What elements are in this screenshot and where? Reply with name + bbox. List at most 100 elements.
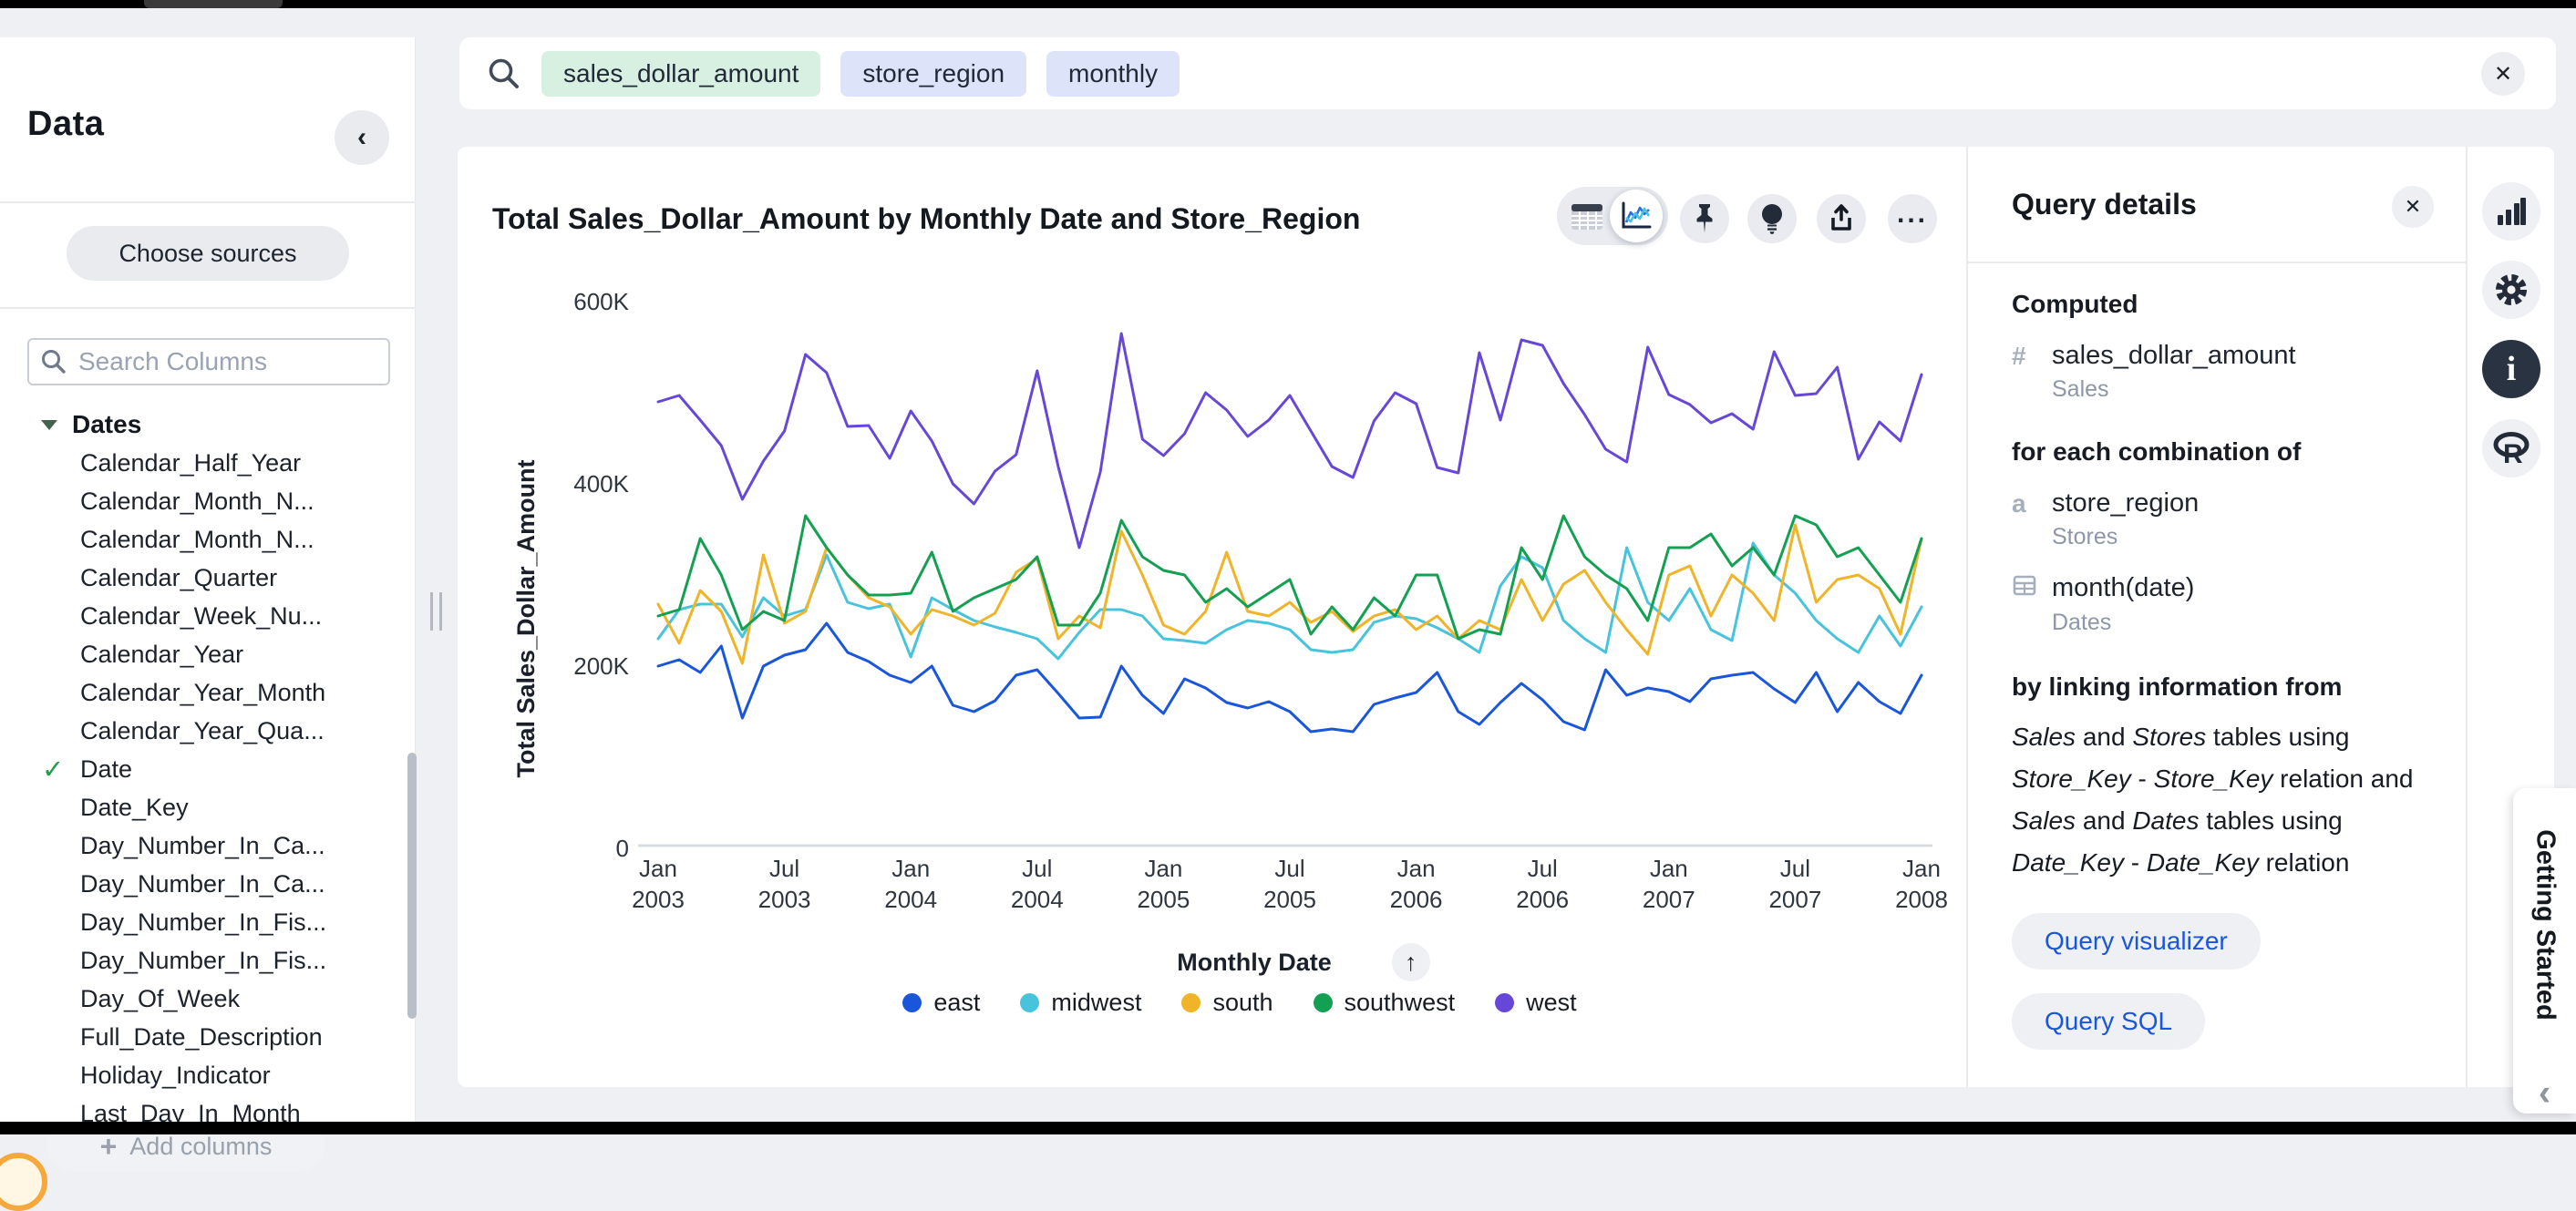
chevron-left-icon[interactable]: ‹ <box>2539 1073 2550 1114</box>
sidebar-item-calendar-quarter[interactable]: Calendar_Quarter <box>0 559 406 597</box>
info-rail-button-active[interactable]: i <box>2482 340 2540 398</box>
grouping-field[interactable]: a store_region <box>2012 488 2445 518</box>
check-icon: ✓ <box>42 754 64 785</box>
series-line-south[interactable] <box>658 525 1922 663</box>
collapse-panel-button[interactable]: ‹ <box>335 110 389 165</box>
legend-item-west[interactable]: west <box>1495 989 1577 1017</box>
sidebar-item-holiday-indicator[interactable]: Holiday_Indicator <box>0 1056 406 1094</box>
global-search-bar[interactable]: sales_dollar_amount store_region monthly ✕ <box>459 37 2556 109</box>
sidebar-item-day-number-in-fis-[interactable]: Day_Number_In_Fis... <box>0 903 406 941</box>
sidebar-item-calendar-year[interactable]: Calendar_Year <box>0 635 406 673</box>
sidebar-item-day-number-in-ca-[interactable]: Day_Number_In_Ca... <box>0 826 406 865</box>
close-icon: ✕ <box>2494 61 2512 87</box>
sidebar-item-day-of-week[interactable]: Day_Of_Week <box>0 980 406 1018</box>
chart-legend: east midwest south southwest west <box>510 989 1969 1017</box>
x-axis-field-row: Monthly Date ↑ <box>574 943 2033 981</box>
line-chart: 600K 400K 200K 0 Total Sales_Dollar_Amount Ja… <box>510 273 1969 922</box>
series-line-midwest[interactable] <box>658 543 1922 659</box>
column-group-label: Dates <box>72 410 141 439</box>
sidebar-item-date[interactable]: ✓Date <box>0 750 406 788</box>
legend-item-east[interactable]: east <box>902 989 980 1017</box>
clear-search-button[interactable]: ✕ <box>2481 52 2525 96</box>
legend-item-south[interactable]: south <box>1181 989 1273 1017</box>
x-tick-label: 2005 <box>1263 886 1316 913</box>
chart-view-button[interactable] <box>1610 190 1663 242</box>
lightbulb-icon <box>1758 202 1786 235</box>
legend-item-midwest[interactable]: midwest <box>1020 989 1141 1017</box>
letter-a-icon: a <box>2012 489 2052 518</box>
sidebar-item-calendar-year-qua-[interactable]: Calendar_Year_Qua... <box>0 712 406 750</box>
sidebar-item-calendar-month-n-[interactable]: Calendar_Month_N... <box>0 482 406 520</box>
divider <box>1968 262 2466 263</box>
sidebar-item-calendar-month-n-[interactable]: Calendar_Month_N... <box>0 520 406 559</box>
y-tick-label: 200K <box>573 652 629 680</box>
data-panel: Data ‹ Choose sources Dates Calendar_Hal… <box>0 37 416 1122</box>
y-tick-label: 600K <box>573 288 629 315</box>
sidebar-item-last-day-in-month[interactable]: Last_Day_In_Month <box>0 1094 406 1122</box>
sidebar-scrollbar-thumb[interactable] <box>407 753 417 1019</box>
column-group-dates[interactable]: Dates <box>0 405 406 444</box>
help-bubble[interactable] <box>0 1153 47 1211</box>
legend-dot <box>1495 993 1514 1012</box>
legend-dot <box>1181 993 1200 1012</box>
sidebar-item-full-date-description[interactable]: Full_Date_Description <box>0 1018 406 1056</box>
browser-top-bar <box>0 0 2576 8</box>
sort-ascending-button[interactable]: ↑ <box>1392 943 1430 981</box>
x-tick-label: 2003 <box>758 886 811 913</box>
sidebar-item-label: Calendar_Month_N... <box>80 526 314 554</box>
sidebar-item-calendar-half-year[interactable]: Calendar_Half_Year <box>0 444 406 482</box>
info-icon: i <box>2507 352 2517 386</box>
legend-dot <box>902 993 922 1012</box>
y-tick-label: 0 <box>616 835 629 862</box>
getting-started-label: Getting Started <box>2530 829 2560 1020</box>
pin-button[interactable] <box>1680 194 1729 243</box>
grouping-field[interactable]: month(date) <box>2012 572 2445 604</box>
sidebar-item-date-key[interactable]: Date_Key <box>0 788 406 826</box>
pin-icon <box>1691 202 1718 235</box>
y-axis-title: Total Sales_Dollar_Amount <box>512 459 540 777</box>
series-line-west[interactable] <box>658 334 1922 548</box>
query-sql-button[interactable]: Query SQL <box>2012 993 2205 1050</box>
search-columns-box[interactable] <box>27 338 390 385</box>
getting-started-tab[interactable]: Getting Started ‹ <box>2513 788 2576 1114</box>
sidebar-item-day-number-in-ca-[interactable]: Day_Number_In_Ca... <box>0 865 406 903</box>
column-list: Dates Calendar_Half_YearCalendar_Month_N… <box>0 405 406 1122</box>
search-token[interactable]: sales_dollar_amount <box>541 51 820 97</box>
choose-sources-button[interactable]: Choose sources <box>67 226 349 281</box>
visualization-rail-button[interactable] <box>2482 182 2540 241</box>
search-columns-input[interactable] <box>78 347 370 376</box>
legend-label: east <box>933 989 980 1017</box>
bar-chart-icon <box>2495 195 2528 228</box>
sidebar-item-label: Last_Day_In_Month <box>80 1100 301 1123</box>
settings-rail-button[interactable] <box>2482 261 2540 319</box>
export-icon <box>1826 203 1857 234</box>
x-tick-label: 2007 <box>1643 886 1695 913</box>
sidebar-item-day-number-in-fis-[interactable]: Day_Number_In_Fis... <box>0 941 406 980</box>
close-query-details-button[interactable]: ✕ <box>2392 186 2434 228</box>
more-icon: ... <box>1897 200 1928 237</box>
gear-icon <box>2491 270 2531 310</box>
sidebar-item-label: Calendar_Quarter <box>80 564 277 592</box>
search-token[interactable]: store_region <box>840 51 1026 97</box>
x-tick-label: Jan <box>1650 855 1688 882</box>
computed-field[interactable]: # sales_dollar_amount <box>2012 341 2445 371</box>
x-tick-label: Jan <box>1397 855 1436 882</box>
r-analytics-rail-button[interactable]: R <box>2482 419 2540 477</box>
sidebar-item-label: Day_Number_In_Fis... <box>80 947 326 975</box>
x-tick-label: Jan <box>1902 855 1941 882</box>
search-token[interactable]: monthly <box>1046 51 1180 97</box>
table-view-icon[interactable] <box>1570 201 1604 232</box>
x-tick-label: 2006 <box>1516 886 1569 913</box>
export-button[interactable] <box>1817 194 1866 243</box>
legend-item-southwest[interactable]: southwest <box>1314 989 1456 1017</box>
query-visualizer-button[interactable]: Query visualizer <box>2012 913 2261 970</box>
sidebar-item-label: Day_Number_In_Ca... <box>80 870 325 898</box>
panel-resize-handle[interactable] <box>430 592 447 631</box>
r-logo-icon: R <box>2488 425 2535 472</box>
sidebar-item-calendar-week-nu-[interactable]: Calendar_Week_Nu... <box>0 597 406 635</box>
sidebar-item-calendar-year-month[interactable]: Calendar_Year_Month <box>0 673 406 712</box>
more-options-button[interactable]: ... <box>1888 194 1937 243</box>
x-tick-label: 2007 <box>1768 886 1821 913</box>
y-tick-label: 400K <box>573 470 629 498</box>
insights-button[interactable] <box>1747 194 1797 243</box>
